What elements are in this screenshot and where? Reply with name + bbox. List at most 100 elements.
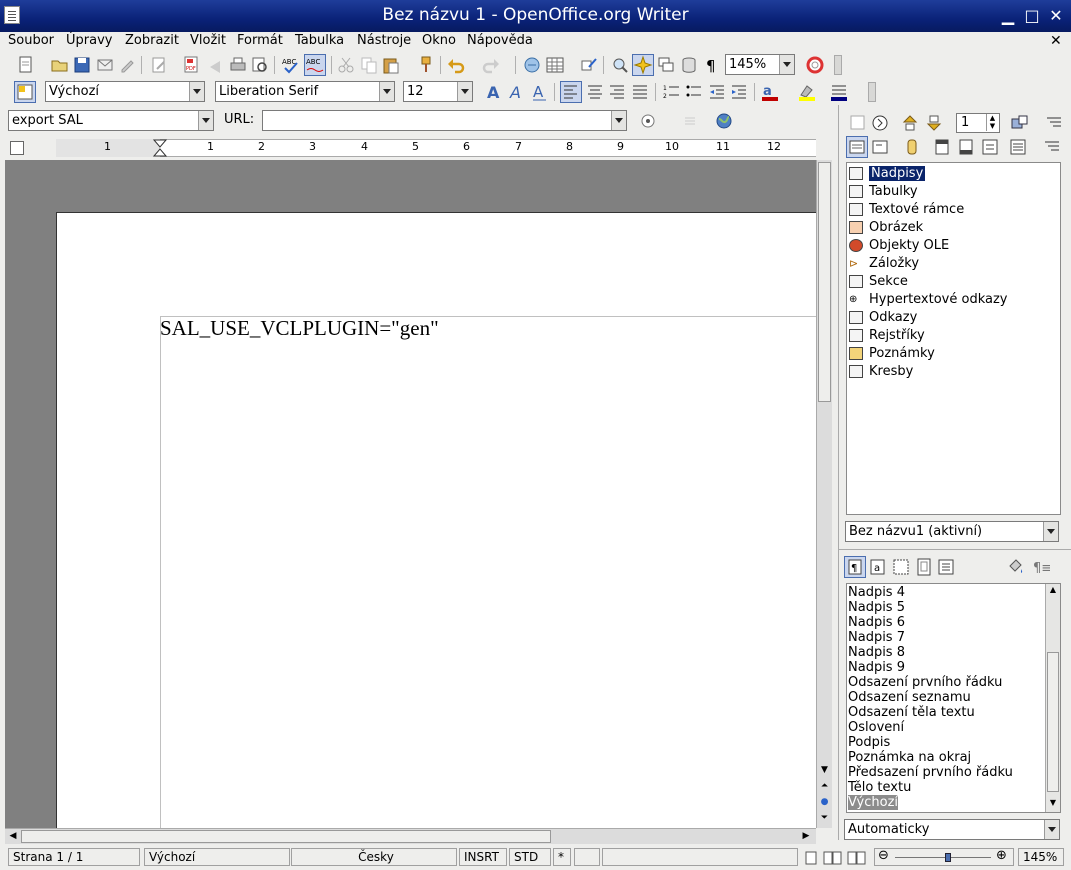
align-left-icon[interactable] [560,81,582,103]
edit-mode-icon[interactable] [149,55,169,75]
character-styles-icon[interactable]: a [868,557,888,577]
data-sources-icon[interactable] [679,55,699,75]
print-icon[interactable] [228,55,248,75]
menu-tools[interactable]: Nástroje [357,33,411,48]
email-icon[interactable] [95,55,115,75]
horizontal-scrollbar[interactable]: ◀ ▶ [5,828,816,844]
frame-styles-icon[interactable] [891,557,911,577]
scrollbar-thumb[interactable] [21,830,551,843]
anchor-text-icon[interactable] [980,137,1000,157]
document-page[interactable]: SAL_USE_VCLPLUGIN="gen" [56,212,816,828]
heading-levels-icon[interactable] [1044,113,1064,133]
box-icon[interactable] [870,137,890,157]
menu-file[interactable]: Soubor [8,33,54,48]
chevron-down-icon[interactable] [457,82,472,101]
maximize-button[interactable]: □ [1022,6,1042,26]
print-preview-icon[interactable] [250,55,270,75]
new-style-icon[interactable]: ¶≡ [1030,557,1050,577]
chevron-down-icon[interactable] [611,111,626,130]
horizontal-ruler[interactable]: 1 1 2 3 4 5 6 7 8 9 10 11 12 [8,139,818,157]
document-select[interactable]: Bez názvu1 (aktivní) [845,521,1059,542]
style-item[interactable]: Nadpis 6 [848,615,905,630]
style-item[interactable]: Nadpis 7 [848,630,905,645]
chevron-down-icon[interactable] [198,111,213,130]
toggle-icon[interactable] [848,113,868,133]
table-icon[interactable] [545,55,565,75]
paragraph-style-select[interactable]: Výchozí [45,81,205,102]
chevron-down-icon[interactable] [379,82,394,101]
navigator-item-drawings[interactable]: Kresby [849,363,913,380]
cut-icon[interactable] [336,55,356,75]
navigator-item-tables[interactable]: Tabulky [849,183,918,200]
navigator-item-bookmarks[interactable]: ⊳ Záložky [849,255,919,272]
heading-list-icon[interactable] [1008,137,1028,157]
style-item[interactable]: Poznámka na okraj [848,750,971,765]
selection-mode-field[interactable]: STD [509,848,551,866]
scrollbar-thumb[interactable] [818,162,831,402]
navigator-item-headings[interactable]: Nadpisy [849,165,926,182]
hyperlink-text-select[interactable]: export SAL [8,110,214,131]
style-item[interactable]: Nadpis 8 [848,645,905,660]
underline-icon[interactable]: A [530,82,550,102]
style-item[interactable]: Nadpis 4 [848,585,905,600]
style-item[interactable]: Nadpis 9 [848,660,905,675]
toolbar-overflow-icon[interactable] [868,82,876,102]
zoom-select[interactable]: 145% [725,54,795,75]
view-layout-icons[interactable] [804,850,868,866]
chevron-down-icon[interactable] [1043,522,1058,541]
tab-type-icon[interactable] [10,141,24,155]
menu-help[interactable]: Nápověda [467,33,533,48]
decrease-indent-icon[interactable] [707,82,727,102]
style-item[interactable]: Tělo textu [848,780,911,795]
next-page-icon[interactable]: ⏷ [818,812,831,825]
bullets-icon[interactable] [684,82,704,102]
show-draw-functions-icon[interactable] [579,55,599,75]
navigator-item-comments[interactable]: Poznámky [849,345,935,362]
scroll-up-icon[interactable]: ▲ [1047,585,1059,597]
close-window-button[interactable]: ✕ [1046,6,1066,26]
scroll-left-icon[interactable]: ◀ [7,830,19,843]
close-document-icon[interactable]: ✕ [1050,33,1062,49]
style-item[interactable]: Odsazení seznamu [848,690,971,705]
navigator-item-ole-objects[interactable]: Objekty OLE [849,237,949,254]
previous-page-icon[interactable]: ⏶ [818,780,831,793]
footer-icon[interactable] [956,137,976,157]
style-item[interactable]: Odsazení těla textu [848,705,975,720]
help-icon[interactable] [805,55,825,75]
scroll-down-icon[interactable]: ▼ [1047,798,1059,810]
navigator-item-indexes[interactable]: Rejstříky [849,327,925,344]
font-name-select[interactable]: Liberation Serif [215,81,395,102]
drag-mode-icon[interactable] [1010,113,1030,133]
minimize-button[interactable]: ▁ [998,6,1018,26]
scrollbar-thumb[interactable] [1047,652,1059,792]
fill-format-icon[interactable] [1006,557,1026,577]
increase-indent-icon[interactable] [729,82,749,102]
chevron-down-icon[interactable] [189,82,204,101]
navigator-icon[interactable] [632,54,654,76]
bold-icon[interactable]: A [484,82,504,102]
chevron-down-icon[interactable] [779,55,794,74]
navigation-icon[interactable]: ● [818,796,831,809]
hyperlink-target-icon[interactable] [638,111,658,131]
content-view-icon[interactable] [846,136,868,158]
page-style-field[interactable]: Výchozí [144,848,290,866]
document-modified-field[interactable]: * [553,848,571,866]
page-count-field[interactable]: Strana 1 / 1 [8,848,140,866]
navigator-item-sections[interactable]: Sekce [849,273,908,290]
digital-signature-field[interactable] [574,848,600,866]
previous-icon[interactable] [900,113,920,133]
find-replace-icon[interactable] [610,55,630,75]
formatting-marks-icon[interactable]: ¶ [702,55,722,75]
menu-insert[interactable]: Vložit [190,33,226,48]
scroll-down-icon[interactable]: ▼ [818,764,831,777]
menu-view[interactable]: Zobrazit [125,33,179,48]
web-search-icon[interactable] [714,111,734,131]
align-right-icon[interactable] [607,82,627,102]
zoom-slider[interactable]: ⊖ ⊕ [874,848,1014,866]
redo-icon[interactable] [481,55,501,75]
background-color-icon[interactable] [829,82,849,102]
toolbar-overflow-icon[interactable] [834,55,842,75]
navigator-item-images[interactable]: Obrázek [849,219,923,236]
paragraph-styles-icon[interactable]: ¶ [844,556,866,578]
italic-icon[interactable]: A [507,82,527,102]
